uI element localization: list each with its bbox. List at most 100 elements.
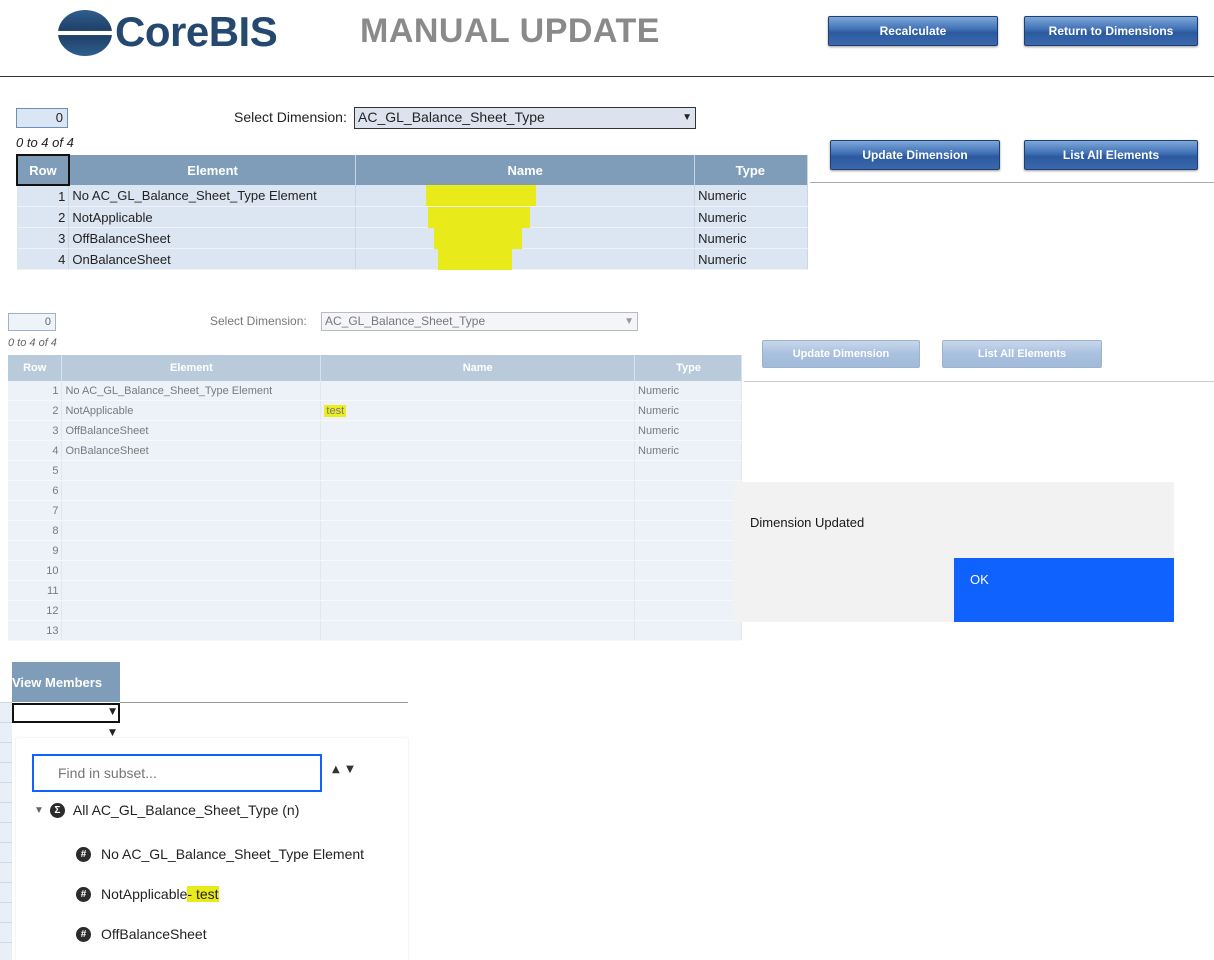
row-number: 8: [8, 520, 63, 541]
type-cell: [634, 560, 742, 581]
column-header-element: Element: [61, 355, 322, 381]
type-cell: [634, 480, 742, 501]
name-cell[interactable]: test: [320, 400, 636, 421]
element-cell[interactable]: OffBalanceSheet: [61, 420, 322, 441]
name-cell[interactable]: [355, 248, 696, 270]
member-picker-panel: ▲ ▼ ▼ Σ All AC_GL_Balance_Sheet_Type (n)…: [16, 738, 408, 960]
tree-item-label: No AC_GL_Balance_Sheet_Type Element: [101, 846, 365, 862]
element-cell[interactable]: [61, 560, 322, 581]
element-cell[interactable]: No AC_GL_Balance_Sheet_Type Element: [61, 381, 322, 401]
table-row: 3 OffBalanceSheet Numeric: [8, 420, 742, 441]
name-cell[interactable]: [320, 580, 636, 601]
column-header-element: Element: [68, 155, 357, 185]
name-cell[interactable]: [355, 206, 696, 228]
element-cell[interactable]: [61, 600, 322, 621]
type-cell: [634, 600, 742, 621]
name-cell[interactable]: [320, 440, 636, 461]
numeric-element-icon: #: [76, 926, 91, 942]
tree-item[interactable]: # NotApplicable - test: [76, 886, 219, 902]
list-all-elements-button[interactable]: List All Elements: [1024, 140, 1198, 170]
sort-arrows[interactable]: ▲ ▼: [332, 764, 354, 775]
dimension-updated-dialog: Dimension Updated OK: [734, 482, 1174, 622]
name-cell[interactable]: [320, 560, 636, 581]
name-cell[interactable]: [320, 500, 636, 521]
element-cell[interactable]: [61, 620, 322, 641]
name-cell[interactable]: [320, 460, 636, 481]
name-cell[interactable]: [320, 540, 636, 561]
name-cell[interactable]: [320, 420, 636, 441]
move-up-icon[interactable]: ▲: [332, 764, 340, 775]
row-offset-input[interactable]: 0: [16, 108, 68, 128]
table-row: 8: [8, 520, 742, 541]
select-dimension-label: Select Dimension:: [210, 314, 307, 328]
type-cell: Numeric: [634, 440, 742, 461]
element-cell[interactable]: OffBalanceSheet: [68, 227, 357, 249]
type-cell: [634, 460, 742, 481]
recalculate-button[interactable]: Recalculate: [828, 16, 998, 46]
column-header-name: Name: [355, 155, 696, 185]
row-number: 3: [8, 420, 63, 441]
name-cell[interactable]: [320, 520, 636, 541]
type-cell: Numeric: [694, 185, 808, 207]
row-number: 4: [8, 440, 63, 461]
name-cell[interactable]: [320, 381, 636, 401]
row-number: 5: [8, 460, 63, 481]
element-cell[interactable]: [61, 540, 322, 561]
element-cell[interactable]: [61, 520, 322, 541]
update-dimension-button[interactable]: Update Dimension: [830, 140, 1000, 170]
element-cell[interactable]: No AC_GL_Balance_Sheet_Type Element: [68, 185, 357, 207]
type-cell: [634, 500, 742, 521]
name-value-highlighted: test: [324, 404, 347, 417]
dimension-select[interactable]: AC_GL_Balance_Sheet_Type ▼: [321, 312, 638, 331]
table-row: 11: [8, 580, 742, 601]
name-cell[interactable]: [320, 600, 636, 621]
tree-root-item[interactable]: ▼ Σ All AC_GL_Balance_Sheet_Type (n): [34, 802, 299, 818]
type-cell: [634, 520, 742, 541]
table-row: 6: [8, 480, 742, 501]
row-number: 3: [17, 227, 70, 249]
pager-text: 0 to 4 of 4: [16, 135, 74, 150]
element-cell[interactable]: [61, 500, 322, 521]
update-dimension-button[interactable]: Update Dimension: [762, 340, 920, 368]
element-cell[interactable]: NotApplicable: [68, 206, 357, 228]
name-cell[interactable]: [355, 227, 696, 249]
numeric-element-icon: #: [76, 886, 91, 902]
view-members-dropdown[interactable]: ▼: [12, 703, 120, 723]
collapse-caret-icon[interactable]: ▼: [34, 805, 44, 816]
section2-divider: [744, 381, 1214, 382]
tree-item[interactable]: # No AC_GL_Balance_Sheet_Type Element: [76, 846, 364, 862]
logo-text: CoreBIS: [115, 8, 278, 55]
list-all-elements-button[interactable]: List All Elements: [942, 340, 1102, 368]
table-row: 1 No AC_GL_Balance_Sheet_Type Element Nu…: [17, 185, 808, 207]
row-number: 1: [17, 185, 70, 207]
table-row: 1 No AC_GL_Balance_Sheet_Type Element Nume…: [8, 381, 742, 401]
tree-item[interactable]: # OffBalanceSheet: [76, 926, 207, 942]
row-number: 13: [8, 620, 63, 641]
dimension-select[interactable]: AC_GL_Balance_Sheet_Type ▼: [354, 107, 696, 129]
element-cell[interactable]: [61, 480, 322, 501]
element-cell[interactable]: [61, 460, 322, 481]
tree-item-alias-highlighted: - test: [187, 886, 219, 902]
element-cell[interactable]: OnBalanceSheet: [68, 248, 357, 270]
view-members-header: View Members: [12, 662, 120, 702]
element-cell[interactable]: [61, 580, 322, 601]
ok-button[interactable]: OK: [954, 558, 1174, 622]
type-cell: [634, 580, 742, 601]
table-row: 2 NotApplicable test Numeric: [8, 400, 742, 421]
find-in-subset-input[interactable]: [32, 754, 322, 792]
column-header-type: Type: [634, 355, 742, 381]
return-to-dimensions-button[interactable]: Return to Dimensions: [1024, 16, 1198, 46]
element-cell[interactable]: OnBalanceSheet: [61, 440, 322, 461]
name-cell[interactable]: [355, 185, 696, 207]
pager-text: 0 to 4 of 4: [8, 337, 57, 349]
name-cell[interactable]: [320, 480, 636, 501]
dimension-select-value: AC_GL_Balance_Sheet_Type: [358, 109, 545, 125]
element-cell[interactable]: NotApplicable: [61, 400, 322, 421]
move-down-icon[interactable]: ▼: [346, 764, 354, 775]
row-number: 12: [8, 600, 63, 621]
header-divider: [0, 76, 1214, 77]
name-cell[interactable]: [320, 620, 636, 641]
dropdown-arrow-icon: ▼: [682, 112, 692, 123]
row-offset-input[interactable]: 0: [8, 313, 56, 331]
table-row: 9: [8, 540, 742, 561]
